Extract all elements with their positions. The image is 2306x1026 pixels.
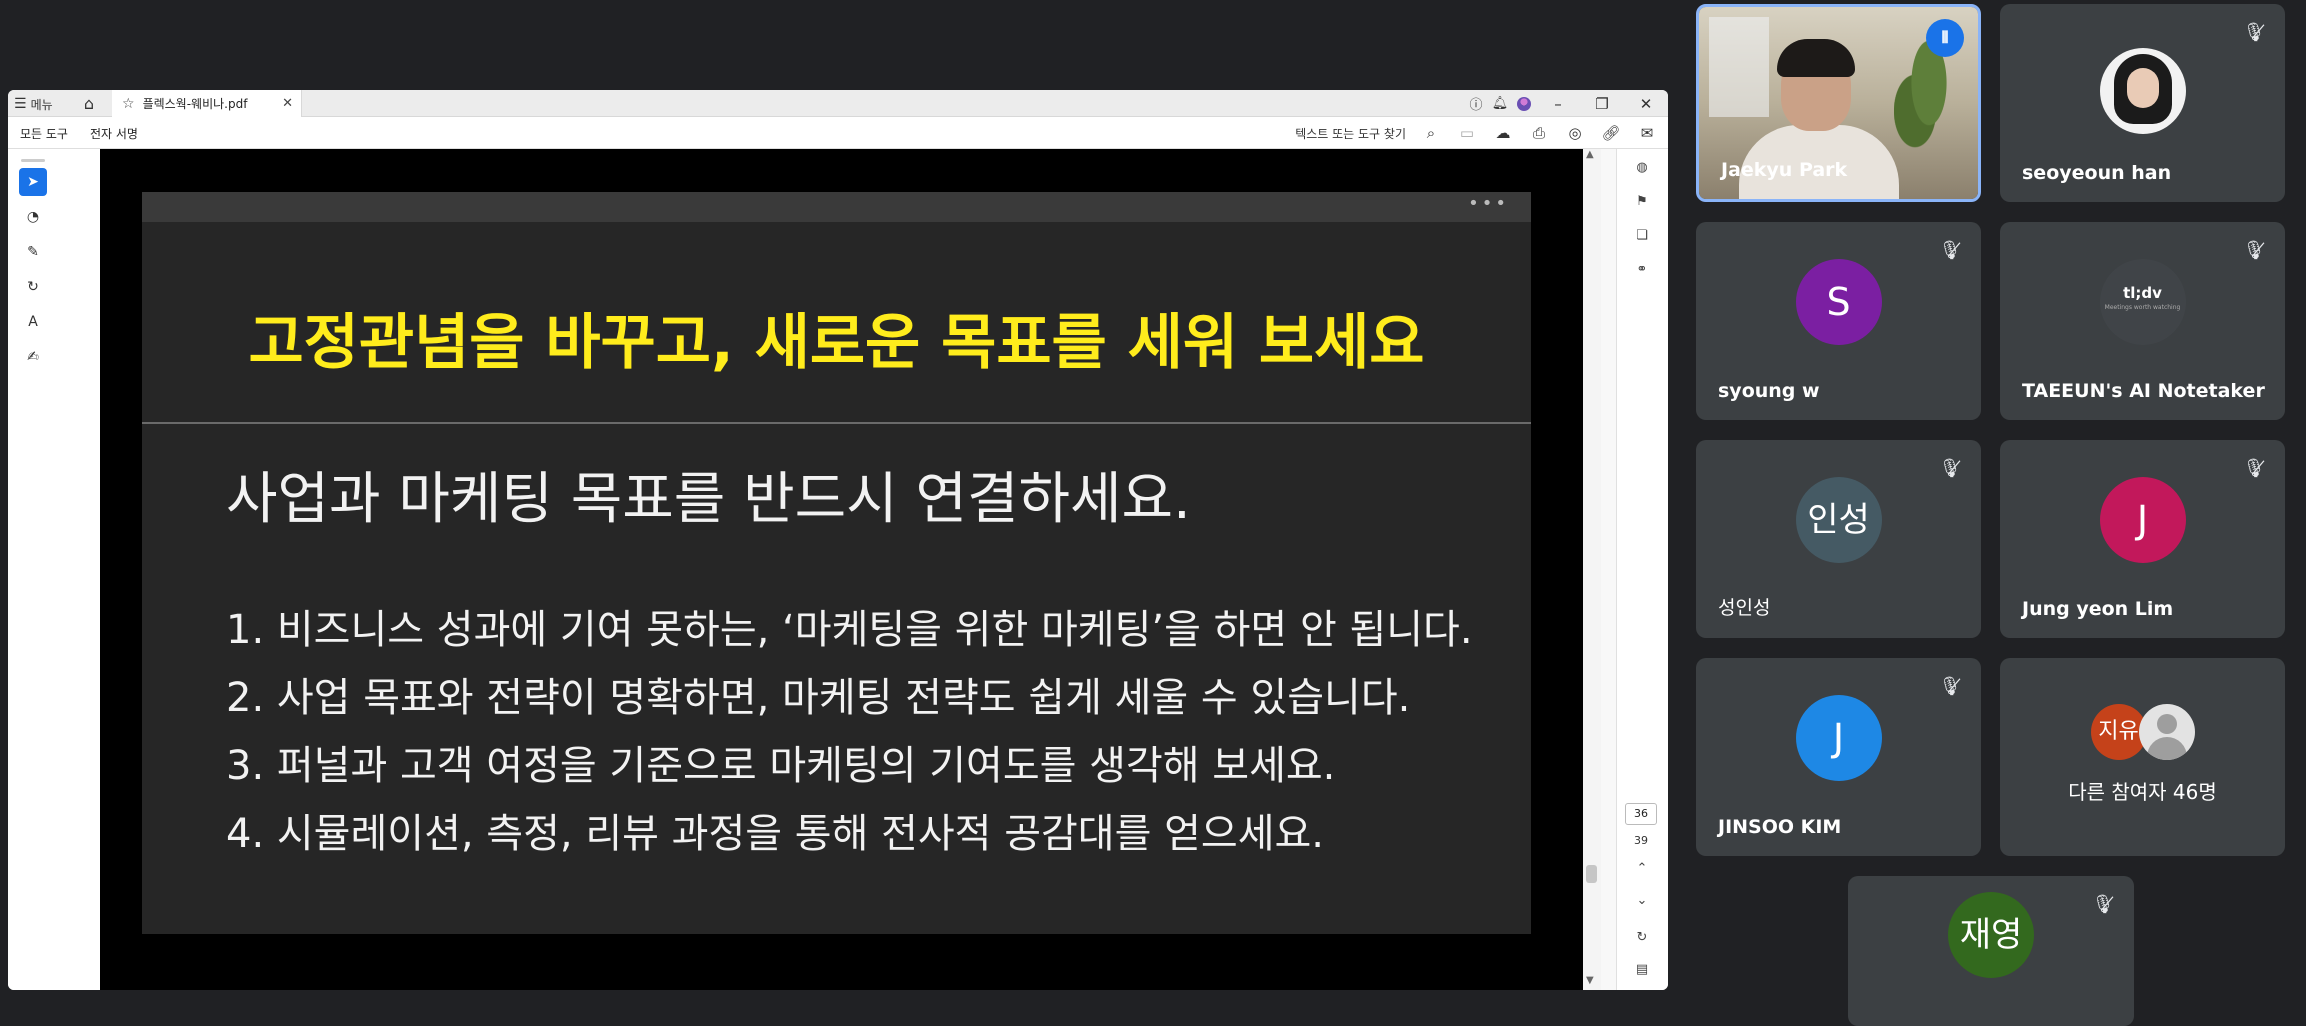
participant-tile[interactable]: J 🎙︎̸ JINSOO KIM <box>1696 658 1981 856</box>
hamburger-icon: ☰ <box>14 96 27 112</box>
more-options-icon[interactable]: ••• <box>1468 193 1509 214</box>
participant-name: Jung yeon Lim <box>2022 598 2174 620</box>
participant-tile[interactable]: J 🎙︎̸ Jung yeon Lim <box>2000 440 2285 638</box>
participant-name: 성인성 <box>1718 597 1771 619</box>
link-icon[interactable]: 🔗︎ <box>1598 121 1624 145</box>
prev-page-icon[interactable]: ⌃ <box>1631 858 1653 880</box>
avatar: S <box>1795 259 1882 345</box>
highlight-pen-icon[interactable]: ✎ <box>19 238 47 266</box>
participant-tile[interactable]: 🎙︎̸ seoyeoun han <box>2000 4 2285 202</box>
document-tab[interactable]: ☆ 플렉스웍-웨비나.pdf ✕ <box>112 90 302 117</box>
toolbar: 모든 도구 전자 서명 텍스트 또는 도구 찾기 ⌕ ▭ ☁ ⎙ ◎ 🔗︎ ✉ <box>8 117 1668 149</box>
all-tools-button[interactable]: 모든 도구 <box>20 125 68 142</box>
bell-icon[interactable]: 🔔︎ <box>1488 96 1512 111</box>
total-pages: 39 <box>1634 834 1648 847</box>
mic-off-icon: 🎙︎̸ <box>2242 240 2266 261</box>
avatar: 인성 <box>1795 477 1882 563</box>
tool-grip[interactable] <box>21 159 45 162</box>
participant-tile[interactable]: 인성 🎙︎̸ 성인성 <box>1696 440 1981 638</box>
next-page-icon[interactable]: ⌄ <box>1631 890 1653 912</box>
scroll-up-icon[interactable]: ▲ <box>1586 149 1594 160</box>
avatar: 재영 <box>1948 892 2034 978</box>
upload-cloud-icon[interactable]: ☁ <box>1490 121 1516 145</box>
pages-icon[interactable]: ❏ <box>1631 225 1653 247</box>
slide-points-list: 1. 비즈니스 성과에 기여 못하는, ‘마케팅을 위한 마케팅’을 하면 안 … <box>226 600 1473 872</box>
find-text-or-tools[interactable]: 텍스트 또는 도구 찾기 <box>1295 125 1406 142</box>
menu-label: 메뉴 <box>30 97 53 112</box>
slide-title: 고정관념을 바꾸고, 새로운 목표를 세워 보세요 <box>248 308 1425 378</box>
avatar: J <box>1795 695 1882 781</box>
avatar: J <box>2099 477 2186 563</box>
bookmark-icon[interactable]: ⚑ <box>1631 191 1653 213</box>
mic-off-icon: 🎙︎̸ <box>2091 894 2115 915</box>
participant-name: JINSOO KIM <box>1718 816 1842 838</box>
slide-subtitle: 사업과 마케팅 목표를 반드시 연결하세요. <box>226 467 1191 532</box>
others-tile[interactable]: 지유 다른 참여자 46명 <box>2000 658 2285 856</box>
current-page-input[interactable]: 36 <box>1625 803 1657 825</box>
avatar <box>2099 48 2186 134</box>
tab-bar: ☰ 메뉴 ⌂ ☆ 플렉스웍-웨비나.pdf ✕ ⓘ 🔔︎ – ❐ ✕ <box>8 90 1668 117</box>
participant-name: Jaekyu Park <box>1721 159 1848 181</box>
close-tab-icon[interactable]: ✕ <box>282 96 293 111</box>
sign-icon[interactable]: ✍ <box>19 343 47 371</box>
pdf-viewer-window: ☰ 메뉴 ⌂ ☆ 플렉스웍-웨비나.pdf ✕ ⓘ 🔔︎ – ❐ ✕ 모든 도구… <box>8 90 1668 990</box>
right-side-panel: ◍ ⚑ ❏ ⚭ 36 39 ⌃ ⌄ ↻ ▤ ⊕ ⊖ <box>1616 149 1668 990</box>
slide-header-bar: ••• <box>142 192 1531 222</box>
lasso-draw-icon[interactable]: ↻ <box>19 273 47 301</box>
participant-tile[interactable]: ⦀ Jaekyu Park <box>1696 4 1981 202</box>
close-window-icon[interactable]: ✕ <box>1624 95 1668 113</box>
slide-point: 2. 사업 목표와 전략이 명확하면, 마케팅 전략도 쉽게 세울 수 있습니다… <box>226 675 1411 721</box>
others-count-label: 다른 참여자 46명 <box>2068 780 2217 804</box>
home-icon[interactable]: ⌂ <box>78 93 100 115</box>
restore-icon[interactable]: ❐ <box>1580 95 1624 113</box>
others-avatars: 지유 <box>2090 704 2195 760</box>
participant-name: TAEEUN's AI Notetaker <box>2022 380 2265 402</box>
tldv-logo-text: tl;dv <box>2123 284 2162 302</box>
comment-panel-icon[interactable]: ◍ <box>1631 157 1653 179</box>
slide-point: 1. 비즈니스 성과에 기여 못하는, ‘마케팅을 위한 마케팅’을 하면 안 … <box>226 607 1473 653</box>
text-box-icon[interactable]: A <box>19 308 47 336</box>
participant-tile[interactable]: tl;dv Meetings worth watching 🎙︎̸ TAEEUN… <box>2000 222 2285 420</box>
participant-name: syoung w <box>1718 380 1820 402</box>
menu-button[interactable]: ☰ 메뉴 <box>14 95 53 113</box>
save-icon[interactable]: ▭ <box>1454 121 1480 145</box>
select-cursor-icon[interactable]: ➤ <box>19 168 47 196</box>
page-settings-icon[interactable]: ▤ <box>1631 959 1653 981</box>
slide-point: 4. 시뮬레이션, 측정, 리뷰 과정을 통해 전사적 공감대를 얻으세요. <box>226 811 1325 857</box>
slide-divider <box>142 422 1531 424</box>
attachment-link-icon[interactable]: ⚭ <box>1631 259 1653 281</box>
slide-page: ••• 고정관념을 바꾸고, 새로운 목표를 세워 보세요 사업과 마케팅 목표… <box>142 192 1531 934</box>
minimize-icon[interactable]: – <box>1536 95 1580 113</box>
star-icon[interactable]: ☆ <box>122 96 135 112</box>
tldv-logo: tl;dv Meetings worth watching <box>2099 259 2186 345</box>
search-icon[interactable]: ⌕ <box>1418 121 1444 145</box>
account-avatar[interactable] <box>1517 96 1531 111</box>
mic-off-icon: 🎙︎̸ <box>2242 458 2266 479</box>
rotate-icon[interactable]: ↻ <box>1631 927 1653 949</box>
vertical-scrollbar[interactable]: ▲ ▼ <box>1583 149 1601 990</box>
document-canvas[interactable]: ••• 고정관념을 바꾸고, 새로운 목표를 세워 보세요 사업과 마케팅 목표… <box>100 149 1635 990</box>
e-signature-button[interactable]: 전자 서명 <box>90 125 138 142</box>
participant-tile[interactable]: 재영 🎙︎̸ <box>1848 876 2134 1026</box>
document-tab-title: 플렉스웍-웨비나.pdf <box>142 97 248 111</box>
default-avatar-icon <box>2138 704 2195 760</box>
share-icon[interactable]: ◎ <box>1562 121 1588 145</box>
slide-point: 3. 퍼널과 고객 여정을 기준으로 마케팅의 기여도를 생각해 보세요. <box>226 743 1336 789</box>
mic-off-icon: 🎙︎̸ <box>1938 458 1962 479</box>
tldv-logo-subtext: Meetings worth watching <box>2104 304 2181 311</box>
participant-tile[interactable]: S 🎙︎̸ syoung w <box>1696 222 1981 420</box>
email-icon[interactable]: ✉ <box>1634 121 1660 145</box>
scroll-down-icon[interactable]: ▼ <box>1586 975 1594 986</box>
mic-off-icon: 🎙︎̸ <box>1938 676 1962 697</box>
comment-icon[interactable]: ◔ <box>19 203 47 231</box>
speaking-indicator-icon: ⦀ <box>1926 19 1964 57</box>
mic-off-icon: 🎙︎̸ <box>2242 22 2266 43</box>
print-icon[interactable]: ⎙ <box>1526 121 1552 145</box>
help-icon[interactable]: ⓘ <box>1464 94 1488 113</box>
scrollbar-thumb[interactable] <box>1586 865 1597 883</box>
left-tool-panel: ➤ ◔ ✎ ↻ A ✍ <box>8 149 100 990</box>
mic-off-icon: 🎙︎̸ <box>1938 240 1962 261</box>
participant-name: seoyeoun han <box>2022 162 2172 184</box>
